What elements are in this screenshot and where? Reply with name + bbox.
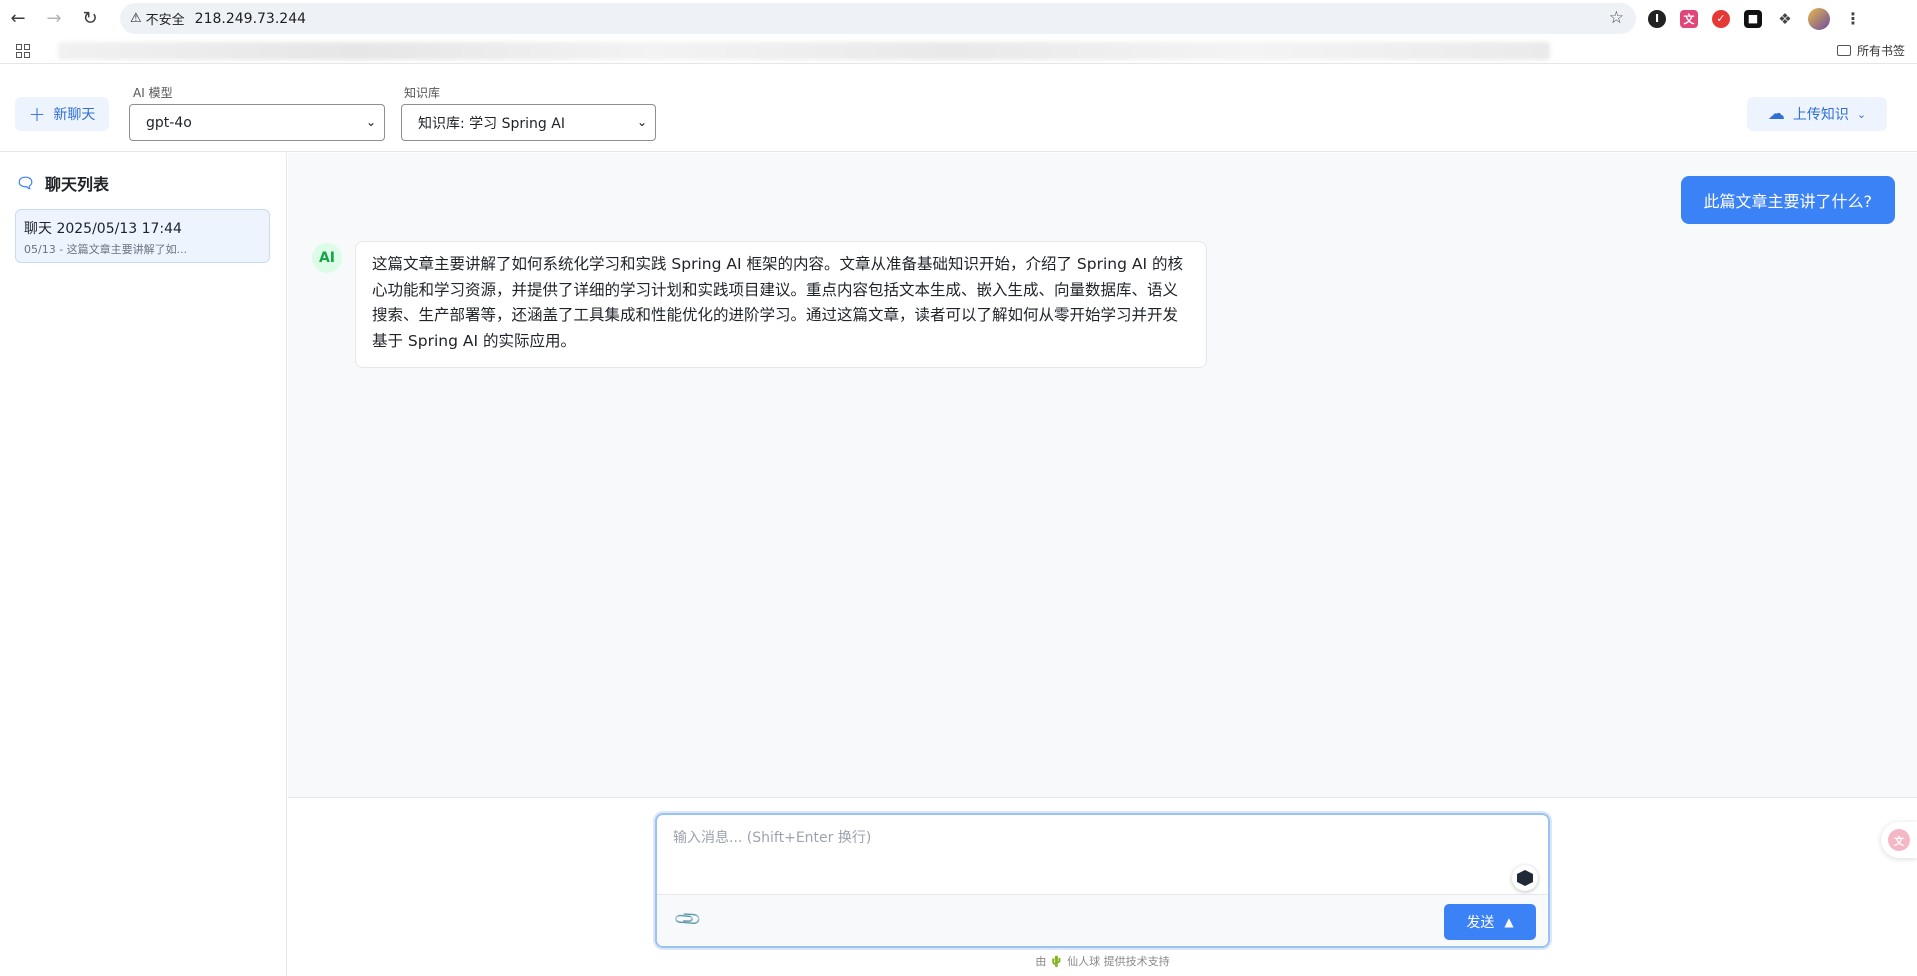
bookmarks-blurred xyxy=(58,42,1550,60)
profile-avatar[interactable] xyxy=(1808,7,1830,30)
chat-list-sidebar: 🗨 聊天列表 聊天 2025/05/13 17:44 05/13 - 这篇文章主… xyxy=(0,153,287,976)
bookmarks-bar: 所有书签 xyxy=(0,37,1917,64)
apps-icon[interactable] xyxy=(16,44,30,58)
chat-bubble-icon: 🗨 xyxy=(16,174,36,192)
knowledge-base-select[interactable]: 知识库: 学习 Spring AI ⌄ xyxy=(401,104,656,141)
extension-icon[interactable]: ■ xyxy=(1744,9,1762,28)
input-area: 输入消息... (Shift+Enter 换行) 📎 发送 ▲ 由 🌵 仙人球 … xyxy=(288,797,1917,976)
sidebar-title-text: 聊天列表 xyxy=(45,175,110,194)
user-message: 此篇文章主要讲了什么? xyxy=(1680,176,1895,224)
chat-list-item[interactable]: 聊天 2025/05/13 17:44 05/13 - 这篇文章主要讲解了如..… xyxy=(15,209,270,263)
address-bar[interactable]: ⚠ 不安全 218.249.73.244 ☆ xyxy=(120,3,1636,34)
powered-by-text: 由 🌵 仙人球 提供技术支持 xyxy=(1035,955,1170,968)
message-input[interactable]: 输入消息... (Shift+Enter 换行) xyxy=(673,827,871,847)
chat-item-preview: 05/13 - 这篇文章主要讲解了如... xyxy=(24,243,188,256)
forward-icon[interactable]: → xyxy=(36,0,72,37)
extensions-area: I 文 ✓ ■ ❖ ⋮ xyxy=(1648,0,1862,37)
browser-toolbar: ← → ↻ ⚠ 不安全 218.249.73.244 ☆ I 文 ✓ ■ ❖ ⋮ xyxy=(0,0,1917,37)
warning-icon: ⚠ xyxy=(130,11,142,26)
message-composer[interactable]: 输入消息... (Shift+Enter 换行) 📎 发送 ▲ xyxy=(655,813,1550,948)
plus-icon: + xyxy=(28,102,46,126)
assistant-extension-icon[interactable] xyxy=(1512,865,1538,891)
folder-icon xyxy=(1836,45,1851,56)
back-icon[interactable]: ← xyxy=(0,0,36,37)
floating-translate-button[interactable]: 文 xyxy=(1881,822,1917,858)
all-bookmarks-button[interactable]: 所有书签 xyxy=(1836,42,1905,59)
extension-icon[interactable]: I xyxy=(1648,9,1666,28)
chevron-down-icon: ⌄ xyxy=(365,115,376,129)
upload-label: 上传知识 xyxy=(1792,107,1849,123)
puzzle-icon[interactable]: ❖ xyxy=(1776,10,1794,28)
model-label: AI 模型 xyxy=(133,86,173,100)
security-indicator[interactable]: ⚠ 不安全 xyxy=(130,9,185,28)
ai-avatar: AI xyxy=(312,243,342,273)
kb-value: 知识库: 学习 Spring AI xyxy=(418,115,565,132)
paperclip-icon[interactable]: 📎 xyxy=(673,904,704,935)
new-chat-button[interactable]: + 新聊天 xyxy=(15,97,109,131)
star-icon[interactable]: ☆ xyxy=(1609,8,1624,28)
reload-icon[interactable]: ↻ xyxy=(72,0,108,37)
translate-extension-icon[interactable]: 文 xyxy=(1680,9,1698,28)
send-button[interactable]: 发送 ▲ xyxy=(1444,904,1536,940)
security-label: 不安全 xyxy=(145,13,185,28)
ai-message: 这篇文章主要讲解了如何系统化学习和实践 Spring AI 框架的内容。文章从准… xyxy=(355,241,1207,368)
chevron-down-icon: ⌄ xyxy=(1856,107,1867,121)
new-chat-label: 新聊天 xyxy=(53,107,96,123)
send-icon: ▲ xyxy=(1504,915,1514,929)
sidebar-title: 🗨 聊天列表 xyxy=(16,171,109,195)
translate-icon: 文 xyxy=(1888,829,1910,851)
chat-item-title: 聊天 2025/05/13 17:44 xyxy=(24,221,182,237)
composer-footer: 📎 发送 ▲ xyxy=(657,894,1548,946)
upload-knowledge-button[interactable]: ☁ 上传知识 ⌄ xyxy=(1747,97,1887,131)
app-toolbar: + 新聊天 AI 模型 gpt-4o ⌄ 知识库 知识库: 学习 Spring … xyxy=(0,65,1917,152)
model-value: gpt-4o xyxy=(146,114,192,131)
pocket-extension-icon[interactable]: ✓ xyxy=(1712,9,1730,28)
chevron-down-icon: ⌄ xyxy=(636,115,647,129)
url-text[interactable]: 218.249.73.244 xyxy=(195,11,306,27)
chat-messages: 此篇文章主要讲了什么? AI 这篇文章主要讲解了如何系统化学习和实践 Sprin… xyxy=(288,153,1917,797)
model-select[interactable]: gpt-4o ⌄ xyxy=(129,104,385,141)
all-bookmarks-label: 所有书签 xyxy=(1856,44,1905,58)
send-label: 发送 xyxy=(1466,915,1495,931)
kb-label: 知识库 xyxy=(404,86,441,100)
cloud-upload-icon: ☁ xyxy=(1767,104,1785,124)
more-icon[interactable]: ⋮ xyxy=(1844,9,1862,28)
